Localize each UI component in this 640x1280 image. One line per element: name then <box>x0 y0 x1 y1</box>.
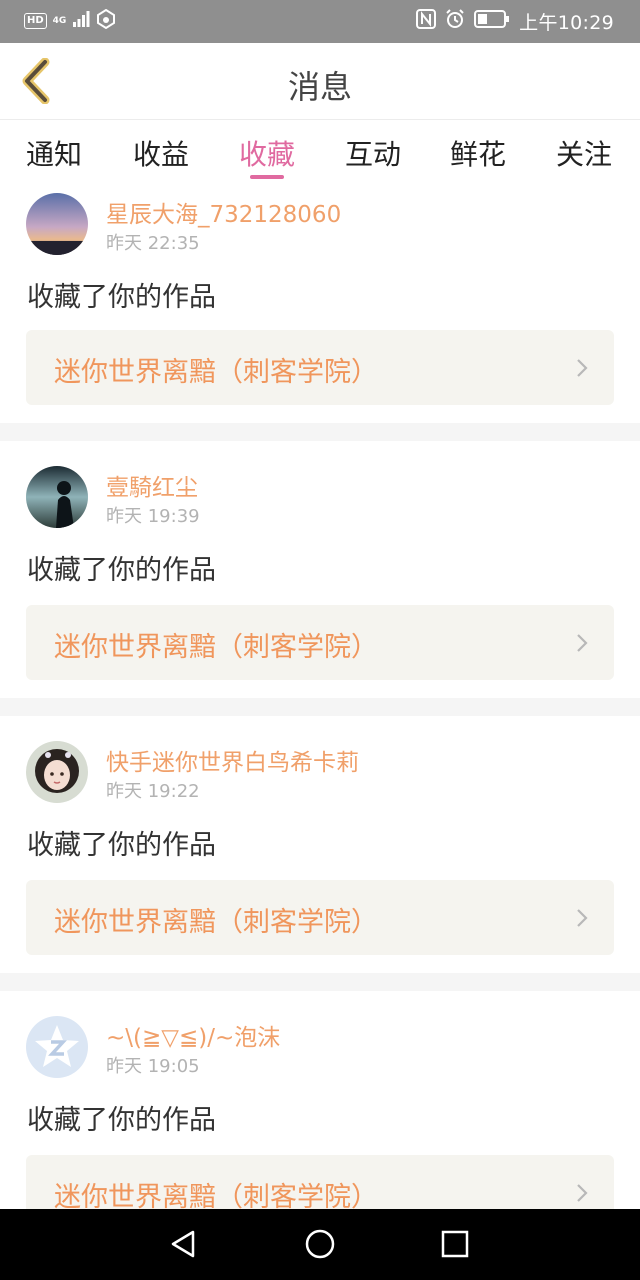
avatar[interactable] <box>26 741 88 803</box>
action-text: 收藏了你的作品 <box>27 282 216 313</box>
status-bar-right: 上午10:29 <box>416 9 614 34</box>
tab-flowers[interactable]: 鲜花 <box>450 133 506 173</box>
status-bar-left: HD 4G <box>24 8 116 33</box>
work-link[interactable]: 迷你世界离黯（刺客学院） <box>26 605 614 680</box>
nav-back-button[interactable] <box>163 1226 203 1262</box>
work-link[interactable]: 迷你世界离黯（刺客学院） <box>26 1155 614 1209</box>
title-bar: 消息 <box>0 43 640 120</box>
tab-favorites[interactable]: 收藏 <box>239 133 295 173</box>
tab-bar: 通知 收益 收藏 互动 鲜花 关注 <box>0 121 640 183</box>
nfc-icon <box>416 9 437 33</box>
nav-home-button[interactable] <box>300 1226 340 1262</box>
username[interactable]: 快手迷你世界白鸟希卡莉 <box>106 743 359 777</box>
hd-badge: HD <box>24 13 47 29</box>
tab-following[interactable]: 关注 <box>556 133 612 173</box>
page-title: 消息 <box>287 68 352 106</box>
message-card: 快手迷你世界白鸟希卡莉 昨天 19:22 收藏了你的作品 迷你世界离黯（刺客学院… <box>0 716 640 956</box>
back-triangle-icon <box>171 1230 195 1258</box>
tab-interactions[interactable]: 互动 <box>345 133 401 173</box>
avatar[interactable] <box>26 193 88 255</box>
message-list[interactable]: 星辰大海_732128060 昨天 22:35 收藏了你的作品 迷你世界离黯（刺… <box>0 183 640 1209</box>
alarm-icon <box>445 9 465 33</box>
system-nav-bar <box>0 1209 640 1280</box>
wifi-hotspot-icon <box>96 8 116 33</box>
tab-earnings[interactable]: 收益 <box>133 133 189 173</box>
work-title: 迷你世界离黯（刺客学院） <box>54 1182 378 1209</box>
card-separator <box>0 973 640 991</box>
work-link[interactable]: 迷你世界离黯（刺客学院） <box>26 880 614 955</box>
home-circle-icon <box>305 1229 335 1259</box>
work-title: 迷你世界离黯（刺客学院） <box>54 632 378 663</box>
signal-icon <box>72 11 90 31</box>
chevron-right-icon <box>577 359 588 377</box>
action-text: 收藏了你的作品 <box>27 830 216 861</box>
avatar[interactable] <box>26 1016 88 1078</box>
tab-notifications[interactable]: 通知 <box>26 133 82 173</box>
avatar[interactable] <box>26 466 88 528</box>
chevron-right-icon <box>577 634 588 652</box>
nav-recents-button[interactable] <box>435 1226 475 1262</box>
message-card: 壹騎红尘 昨天 19:39 收藏了你的作品 迷你世界离黯（刺客学院） <box>0 441 640 681</box>
username[interactable]: 星辰大海_732128060 <box>106 195 341 229</box>
card-separator <box>0 423 640 441</box>
network-type: 4G <box>52 15 67 26</box>
recents-square-icon <box>441 1230 469 1258</box>
card-separator <box>0 698 640 716</box>
timestamp: 昨天 19:22 <box>106 781 200 802</box>
message-card: 星辰大海_732128060 昨天 22:35 收藏了你的作品 迷你世界离黯（刺… <box>0 183 640 423</box>
work-title: 迷你世界离黯（刺客学院） <box>54 907 378 938</box>
timestamp: 昨天 19:05 <box>106 1056 200 1077</box>
timestamp: 昨天 22:35 <box>106 233 200 254</box>
message-card: ~\(≧▽≦)/~泡沫 昨天 19:05 收藏了你的作品 迷你世界离黯（刺客学院… <box>0 991 640 1209</box>
status-bar: HD 4G 上午10:29 <box>0 0 640 43</box>
battery-icon <box>474 10 510 32</box>
work-link[interactable]: 迷你世界离黯（刺客学院） <box>26 330 614 405</box>
chevron-right-icon <box>577 909 588 927</box>
username[interactable]: 壹騎红尘 <box>106 468 198 502</box>
timestamp: 昨天 19:39 <box>106 506 200 527</box>
work-title: 迷你世界离黯（刺客学院） <box>54 357 378 388</box>
active-tab-indicator <box>250 175 284 179</box>
action-text: 收藏了你的作品 <box>27 1105 216 1136</box>
username[interactable]: ~\(≧▽≦)/~泡沫 <box>106 1018 280 1052</box>
chevron-right-icon <box>577 1184 588 1202</box>
action-text: 收藏了你的作品 <box>27 555 216 586</box>
status-time: 上午10:29 <box>519 11 614 34</box>
